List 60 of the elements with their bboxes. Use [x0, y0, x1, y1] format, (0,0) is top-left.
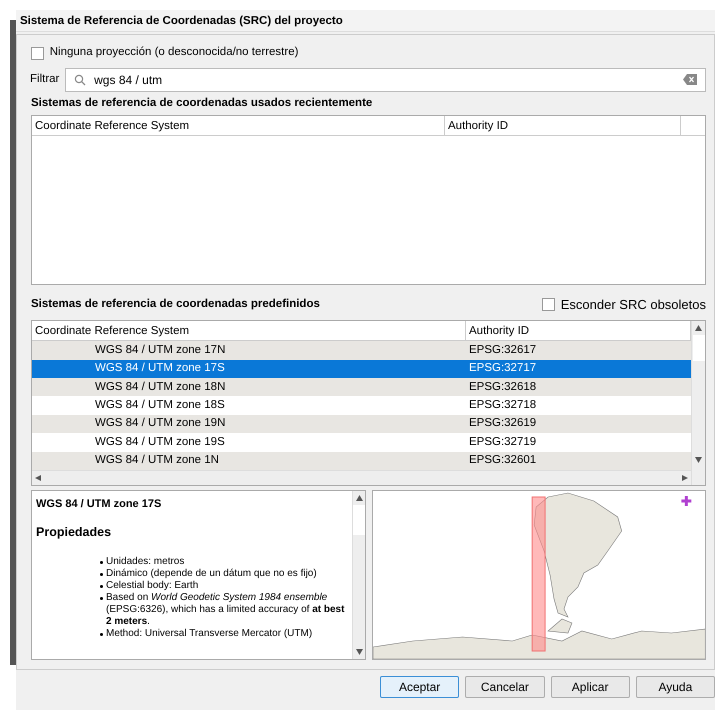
dialog-button[interactable]: Ayuda: [636, 676, 715, 698]
table-row[interactable]: WGS 84 / UTM zone 17N EPSG:32617: [32, 341, 691, 360]
table-row[interactable]: WGS 84 / UTM zone 19N EPSG:32619: [32, 414, 691, 434]
plus-icon: [680, 494, 693, 508]
crs-name: WGS 84 / UTM zone 1N: [94, 453, 220, 468]
column-header[interactable]: Coordinate Reference System: [32, 116, 445, 135]
bullet-icon: [100, 632, 103, 636]
section-heading: Sistemas de referencia de coordenadas predefinidos: [31, 297, 320, 312]
crs-name: WGS 84 / UTM zone 19N: [94, 416, 226, 432]
checkbox[interactable]: [31, 46, 44, 60]
authority-id: EPSG:32601: [468, 453, 538, 468]
table-row[interactable]: WGS 84 / UTM zone 17S EPSG:32717: [32, 360, 691, 378]
authority-id: EPSG:32618: [468, 380, 538, 395]
checkbox[interactable]: [542, 298, 555, 312]
table-row[interactable]: WGS 84 / UTM zone 19S EPSG:32719: [32, 433, 691, 452]
column-header[interactable]: Coordinate Reference System: [32, 321, 466, 340]
details-title: WGS 84 / UTM zone 17S: [36, 497, 162, 512]
scroll-down-icon[interactable]: [356, 649, 362, 656]
scroll-thumb[interactable]: [692, 335, 704, 362]
property-text: Method: Universal Transverse Mercator (UTM): [106, 628, 312, 639]
property-text: Celestial body: Earth: [106, 580, 198, 591]
filter-input[interactable]: wgs 84 / utm: [94, 70, 675, 89]
bullet-icon: [100, 572, 103, 576]
bullet-icon: [100, 584, 103, 588]
filter-label: Filtrar: [30, 72, 60, 88]
checkbox-label[interactable]: Ninguna proyección (o desconocida/no terrestre): [50, 44, 298, 62]
scroll-up-icon[interactable]: [356, 495, 362, 502]
table-row[interactable]: WGS 84 / UTM zone 18N EPSG:32618: [32, 378, 691, 396]
crs-name: WGS 84 / UTM zone 18N: [94, 380, 226, 395]
dialog-button[interactable]: Cancelar: [465, 676, 544, 698]
scroll-up-icon[interactable]: [695, 325, 702, 332]
authority-id: EPSG:32718: [468, 398, 538, 413]
crs-name: WGS 84 / UTM zone 19S: [94, 434, 226, 450]
table-row[interactable]: WGS 84 / UTM zone 1N EPSG:32601: [32, 452, 691, 470]
crs-name: WGS 84 / UTM zone 17N: [94, 342, 226, 358]
dialog-button[interactable]: Aceptar: [380, 676, 460, 698]
section-heading: Sistemas de referencia de coordenadas usados recientemente: [31, 96, 374, 111]
authority-id: EPSG:32719: [468, 434, 538, 450]
crs-name: WGS 84 / UTM zone 18S: [94, 398, 226, 413]
dialog-button[interactable]: Aplicar: [550, 676, 630, 698]
property-text: Dinámico (depende de un dátum que no es fijo): [106, 568, 317, 579]
scroll-thumb[interactable]: [353, 505, 365, 536]
filter-field[interactable]: wgs 84 / utm: [65, 68, 706, 92]
property-text: Based on World Geodetic System 1984 ensemble (EPSG:6326), which has a limited accuracy of at best 2 meters.: [106, 592, 344, 627]
crs-name: WGS 84 / UTM zone 17S: [94, 361, 226, 376]
checkbox-label[interactable]: Esconder SRC obsoletos: [560, 294, 706, 314]
bullet-icon: [100, 596, 103, 600]
property-text: Unidades: metros: [106, 556, 184, 567]
scroll-down-icon[interactable]: [695, 457, 702, 464]
table-row[interactable]: WGS 84 / UTM zone 18S EPSG:32718: [32, 396, 691, 415]
column-header[interactable]: Authority ID: [445, 116, 681, 135]
authority-id: EPSG:32617: [468, 342, 538, 358]
search-icon: [74, 74, 86, 86]
authority-id: EPSG:32717: [468, 361, 538, 376]
scroll-right-icon[interactable]: [681, 475, 688, 482]
scroll-left-icon[interactable]: [35, 475, 42, 482]
clear-icon[interactable]: [683, 74, 697, 86]
bullet-icon: [100, 560, 103, 564]
authority-id: EPSG:32619: [468, 416, 538, 432]
details-heading: Propiedades: [36, 524, 112, 541]
